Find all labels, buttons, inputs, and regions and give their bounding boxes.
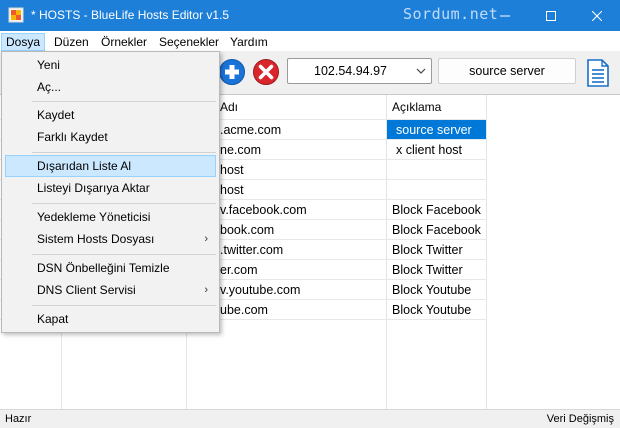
menu-item-export-list[interactable]: Listeyi Dışarıya Aktar	[5, 177, 216, 199]
menu-item-open[interactable]: Aç...	[5, 76, 216, 98]
header-host[interactable]: Adı	[220, 95, 238, 119]
table-row-desc[interactable]: Block Facebook	[392, 200, 481, 220]
ip-address-value: 102.54.94.97	[314, 64, 387, 78]
file-menu-dropdown: Yeni Aç... Kaydet Farklı Kaydet Dışarıda…	[1, 51, 220, 333]
table-row-host[interactable]: v.facebook.com	[220, 200, 307, 220]
grid-divider	[486, 95, 487, 409]
menu-file[interactable]: Dosya	[1, 33, 46, 51]
ip-address-combo[interactable]: 102.54.94.97	[287, 58, 432, 84]
menu-item-new[interactable]: Yeni	[5, 54, 216, 76]
status-modified: Veri Değişmiş	[546, 413, 614, 425]
plus-circle-icon[interactable]	[218, 58, 246, 86]
menu-item-save-as[interactable]: Farklı Kaydet	[5, 126, 216, 148]
status-ready: Hazır	[5, 413, 32, 425]
chevron-right-icon: ›	[204, 233, 208, 245]
menu-item-system-hosts-label: Sistem Hosts Dosyası	[37, 232, 155, 246]
menu-examples[interactable]: Örnekler	[97, 33, 151, 51]
menu-options[interactable]: Seçenekler	[155, 33, 223, 51]
table-row-host[interactable]: .twitter.com	[220, 240, 283, 260]
table-row-host[interactable]: v.youtube.com	[220, 280, 300, 300]
status-bar: Hazır Veri Değişmiş	[0, 409, 620, 428]
menu-bar: Dosya Düzen Örnekler Seçenekler Yardım	[0, 31, 620, 51]
table-row-host[interactable]: er.com	[220, 260, 258, 280]
table-row-desc[interactable]: Block Facebook	[392, 220, 481, 240]
menu-item-dns-client-label: DNS Client Servisi	[37, 283, 136, 297]
menu-item-save[interactable]: Kaydet	[5, 104, 216, 126]
app-icon	[8, 7, 24, 23]
header-description[interactable]: Açıklama	[392, 95, 441, 119]
grid-divider	[386, 95, 387, 409]
table-row-desc[interactable]: Block Youtube	[392, 280, 471, 300]
menu-help[interactable]: Yardım	[226, 33, 272, 51]
table-row-desc[interactable]: Block Youtube	[392, 300, 471, 320]
maximize-icon	[546, 10, 556, 21]
table-row-desc[interactable]: source server	[396, 120, 472, 140]
minimize-icon	[500, 15, 510, 16]
menu-separator	[32, 203, 216, 204]
menu-item-system-hosts[interactable]: Sistem Hosts Dosyası ›	[5, 228, 216, 250]
x-circle-icon[interactable]	[252, 58, 280, 86]
table-row-desc[interactable]: Block Twitter	[392, 260, 463, 280]
chevron-down-icon[interactable]	[415, 65, 427, 77]
source-field[interactable]: source server	[438, 58, 576, 84]
chevron-right-icon: ›	[204, 284, 208, 296]
minimize-button[interactable]	[482, 0, 528, 31]
menu-item-exit[interactable]: Kapat	[5, 308, 216, 330]
close-icon	[592, 10, 602, 21]
close-button[interactable]	[574, 0, 620, 31]
menu-item-import-list[interactable]: Dışarıdan Liste Al	[5, 155, 216, 177]
table-row-host[interactable]: ube.com	[220, 300, 268, 320]
menu-separator	[32, 254, 216, 255]
menu-edit[interactable]: Düzen	[50, 33, 93, 51]
table-row-host[interactable]: .acme.com	[220, 120, 281, 140]
menu-separator	[32, 101, 216, 102]
maximize-button[interactable]	[528, 0, 574, 31]
menu-item-backup-manager[interactable]: Yedekleme Yöneticisi	[5, 206, 216, 228]
table-row-desc[interactable]: Block Twitter	[392, 240, 463, 260]
table-row-host[interactable]: book.com	[220, 220, 274, 240]
table-row-desc[interactable]: x client host	[396, 140, 462, 160]
table-row-host[interactable]: host	[220, 180, 244, 200]
menu-separator	[32, 152, 216, 153]
menu-separator	[32, 305, 216, 306]
window-title: * HOSTS - BlueLife Hosts Editor v1.5	[31, 8, 230, 22]
document-icon[interactable]	[585, 59, 611, 87]
menu-item-flush-dns[interactable]: DSN Önbelleğini Temizle	[5, 257, 216, 279]
table-row-host[interactable]: host	[220, 160, 244, 180]
title-bar: * HOSTS - BlueLife Hosts Editor v1.5 Sor…	[0, 0, 620, 31]
menu-item-dns-client[interactable]: DNS Client Servisi ›	[5, 279, 216, 301]
table-row-host[interactable]: ne.com	[220, 140, 261, 160]
